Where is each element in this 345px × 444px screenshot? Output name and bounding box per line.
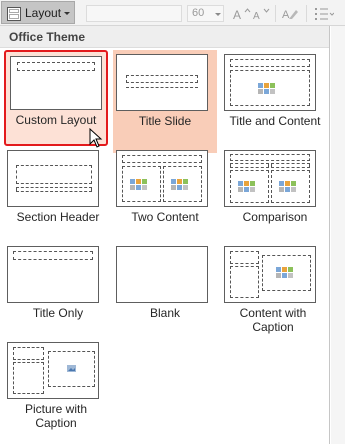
layout-thumbnail <box>116 54 208 111</box>
layout-thumbnail <box>10 56 102 110</box>
layout-two-content[interactable]: Two Content <box>113 146 217 242</box>
chevron-down-icon <box>215 13 221 16</box>
layout-blank[interactable]: Blank <box>113 242 217 338</box>
layout-thumbnail <box>224 246 316 303</box>
subtitle-placeholder <box>126 87 198 88</box>
content-icons <box>276 267 293 278</box>
layout-label: Title and Content <box>229 114 321 128</box>
svg-text:A: A <box>282 9 290 21</box>
picture-icon <box>67 365 76 372</box>
layout-thumbnail <box>7 246 99 303</box>
content-icons <box>171 179 188 190</box>
layout-thumbnail <box>224 150 316 207</box>
layout-thumbnail <box>7 342 99 399</box>
chevron-down-icon <box>64 12 70 15</box>
layout-comparison[interactable]: Comparison <box>221 146 325 242</box>
layout-label: Picture with Caption <box>24 402 88 430</box>
ribbon-toolbar: Layout 60 A A A <box>0 0 345 26</box>
title-placeholder <box>230 154 310 161</box>
layout-label: Comparison <box>242 210 308 224</box>
title-placeholder <box>122 155 202 163</box>
layout-thumbnail <box>224 54 316 111</box>
layout-label: Content with Caption <box>239 306 307 334</box>
caption-text-placeholder <box>13 362 44 394</box>
text-placeholder <box>16 187 92 192</box>
layout-label: Custom Layout <box>15 113 97 127</box>
layout-section-header[interactable]: Section Header <box>4 146 108 242</box>
title-placeholder <box>126 75 198 83</box>
grow-font-icon[interactable]: A <box>233 7 251 21</box>
caption-title-placeholder <box>13 347 44 360</box>
title-placeholder <box>13 251 93 260</box>
layout-picture-with-caption[interactable]: Picture with Caption <box>4 338 108 434</box>
layout-thumbnail <box>116 150 208 207</box>
content-icons <box>279 181 296 192</box>
layout-content-with-caption[interactable]: Content with Caption <box>221 242 325 338</box>
layout-label: Section Header <box>16 210 100 224</box>
content-icons <box>130 179 147 190</box>
layout-icon <box>7 7 21 21</box>
layout-label: Two Content <box>131 210 199 224</box>
toolbar-divider <box>275 5 276 22</box>
section-title: Office Theme <box>9 30 86 44</box>
layout-title-only[interactable]: Title Only <box>4 242 108 338</box>
layout-title-slide[interactable]: Title Slide <box>113 50 217 153</box>
gallery-scrollbar[interactable] <box>331 26 345 444</box>
layout-thumbnail <box>116 246 208 303</box>
layout-gallery: Office Theme Custom Layout Title Slide T… <box>0 26 330 444</box>
content-icons <box>258 83 275 94</box>
heading-placeholder-right <box>271 163 310 168</box>
layout-button-label: Layout <box>25 6 62 20</box>
title-placeholder <box>230 59 310 67</box>
layout-label: Title Only <box>32 306 84 320</box>
title-placeholder <box>17 62 95 71</box>
heading-placeholder-left <box>230 163 269 168</box>
caption-title-placeholder <box>230 251 259 264</box>
shrink-font-icon[interactable]: A <box>253 7 271 21</box>
layout-label: Title Slide <box>138 114 192 128</box>
layout-dropdown-button[interactable]: Layout <box>1 1 75 24</box>
title-placeholder <box>16 165 92 184</box>
mouse-cursor-icon <box>89 128 103 148</box>
font-size-value: 60 <box>192 7 205 19</box>
font-name-box[interactable] <box>86 5 182 22</box>
content-icons <box>238 181 255 192</box>
layout-label: Blank <box>149 306 181 320</box>
layout-thumbnail <box>7 150 99 207</box>
font-size-box[interactable]: 60 <box>187 5 224 22</box>
bullets-icon[interactable] <box>314 6 334 21</box>
svg-text:A: A <box>233 8 241 21</box>
gallery-section-header: Office Theme <box>0 26 329 48</box>
layout-title-and-content[interactable]: Title and Content <box>221 50 325 146</box>
svg-text:A: A <box>253 11 260 21</box>
caption-text-placeholder <box>230 266 259 298</box>
toolbar-divider <box>306 5 307 22</box>
clear-formatting-icon[interactable]: A <box>282 6 298 21</box>
